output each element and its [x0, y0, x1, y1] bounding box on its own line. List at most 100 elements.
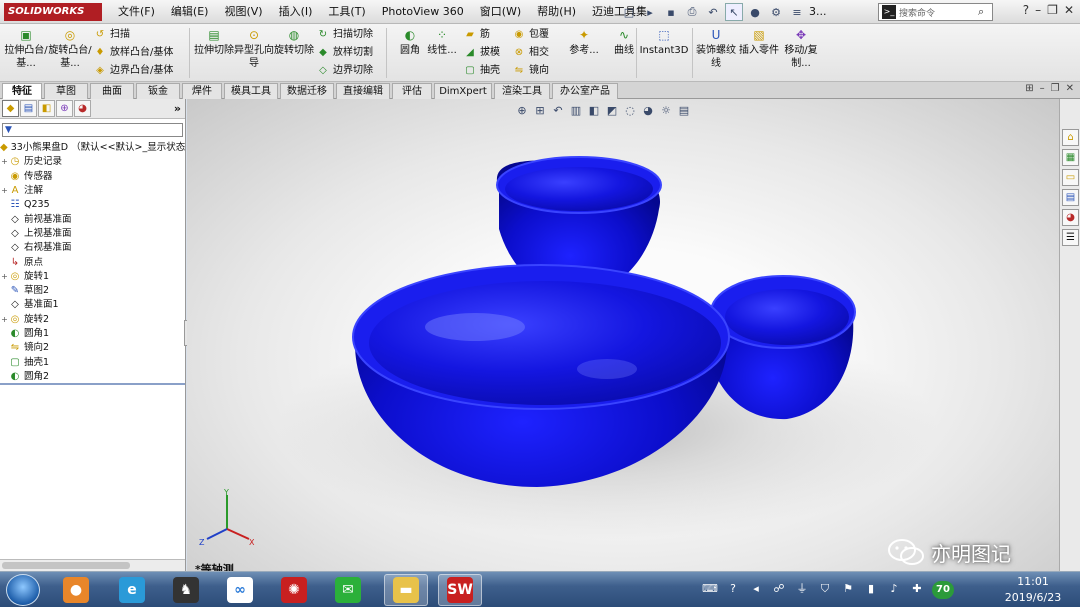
minimize-icon[interactable]: – [1035, 3, 1041, 17]
loft-boss-button[interactable]: ♦ 放样凸台/基体 [93, 45, 174, 61]
tree-item-right-plane[interactable]: ◇ 右视基准面 [0, 241, 185, 255]
hole-wizard-button[interactable]: ⊙ 异型孔向导 [232, 28, 276, 70]
menu-photoview[interactable]: PhotoView 360 [374, 0, 472, 24]
reference-geometry-button[interactable]: ✦ 参考... [562, 28, 606, 57]
tree-item-shell1[interactable]: ▢ 抽壳1 [0, 355, 185, 369]
expand-icon[interactable]: + [0, 184, 9, 198]
tab-dimxpert[interactable]: DimXpert [434, 83, 492, 99]
cosmetic-thread-button[interactable]: U 装饰螺纹线 [694, 28, 738, 70]
display-manager-tab-icon[interactable]: ◕ [74, 100, 91, 117]
open-document-icon[interactable]: ▸ [641, 3, 659, 21]
menu-file[interactable]: 文件(F) [110, 0, 163, 24]
taskbar-ie[interactable]: e [110, 574, 154, 606]
tab-weldments[interactable]: 焊件 [182, 83, 222, 99]
restore-icon[interactable]: ❐ [1047, 3, 1058, 17]
tree-item-fillet2[interactable]: ◐ 圆角2 [0, 370, 185, 384]
usb-icon[interactable]: ⏚ [794, 581, 810, 597]
notification-badge[interactable]: 70 [932, 581, 954, 599]
tab-features[interactable]: 特征 [2, 83, 42, 99]
menu-view[interactable]: 视图(V) [216, 0, 270, 24]
taskbar-wechat[interactable]: ✉ [326, 574, 370, 606]
instant3d-button[interactable]: ⬚ Instant3D [638, 28, 690, 57]
volume-icon[interactable]: ♪ [886, 581, 902, 597]
taskbar-app-1[interactable]: ● [54, 574, 98, 606]
save-icon[interactable]: ▪ [662, 3, 680, 21]
battery-icon[interactable]: ▮ [863, 581, 879, 597]
tab-sheet-metal[interactable]: 钣金 [136, 83, 180, 99]
tree-item-plane1[interactable]: ◇ 基准面1 [0, 298, 185, 312]
horizontal-scrollbar[interactable] [0, 559, 185, 571]
security-shield-icon[interactable]: ⛉ [817, 581, 833, 597]
scrollbar-thumb[interactable] [2, 562, 130, 569]
viewport-minimize-icon[interactable]: – [1040, 83, 1045, 94]
mirror-button[interactable]: ⇋ 镜向 [512, 63, 549, 79]
select-arrow-icon[interactable]: ↖ [725, 3, 743, 21]
search-input[interactable]: 搜索命令 [899, 6, 978, 19]
tab-office-products[interactable]: 办公室产品 [552, 83, 618, 99]
taskbar-explorer[interactable]: ▬ [384, 574, 428, 606]
tab-data-migration[interactable]: 数据迁移 [280, 83, 334, 99]
taskbar-solidworks[interactable]: SW [438, 574, 482, 606]
boundary-cut-button[interactable]: ◇ 边界切除 [316, 63, 373, 79]
tab-sketch[interactable]: 草图 [44, 83, 88, 99]
help-question-icon[interactable]: ? [1023, 3, 1029, 17]
system-clock[interactable]: 11:01 2019/6/23 [998, 574, 1068, 606]
expand-icon[interactable]: + [0, 270, 9, 284]
menu-edit[interactable]: 编辑(E) [163, 0, 217, 24]
tree-item-fillet1[interactable]: ◐ 圆角1 [0, 327, 185, 341]
draft-button[interactable]: ◢ 拔模 [463, 45, 500, 61]
property-manager-tab-icon[interactable]: ▤ [20, 100, 37, 117]
search-commands[interactable]: >_ 搜索命令 ⌕ [878, 3, 993, 21]
tab-surfaces[interactable]: 曲面 [90, 83, 134, 99]
tree-item-sensors[interactable]: ◉ 传感器 [0, 170, 185, 184]
shell-button[interactable]: ▢ 抽壳 [463, 63, 500, 79]
bear-fruit-plate-model[interactable] [187, 99, 1059, 571]
menu-help[interactable]: 帮助(H) [529, 0, 584, 24]
revolve-boss-button[interactable]: ◎ 旋转凸台/基... [48, 28, 92, 70]
insert-part-button[interactable]: ▧ 插入零件 [737, 28, 781, 57]
boundary-boss-button[interactable]: ◈ 边界凸台/基体 [93, 63, 173, 79]
appearances-icon[interactable]: ◕ [1062, 209, 1079, 226]
configuration-manager-tab-icon[interactable]: ◧ [38, 100, 55, 117]
menu-insert[interactable]: 插入(I) [271, 0, 321, 24]
tray-expand-icon[interactable]: ◂ [748, 581, 764, 597]
tab-evaluate[interactable]: 评估 [392, 83, 432, 99]
search-icon[interactable]: ⌕ [978, 5, 992, 19]
input-method-icon[interactable]: ✚ [909, 581, 925, 597]
wrap-button[interactable]: ◉ 包覆 [512, 27, 549, 43]
rollback-bar[interactable] [0, 383, 185, 385]
tile-icon[interactable]: ⊞ [1025, 83, 1033, 94]
network-icon[interactable]: ☍ [771, 581, 787, 597]
design-library-icon[interactable]: ▦ [1062, 149, 1079, 166]
tree-item-history[interactable]: + ◷ 历史记录 [0, 155, 185, 169]
tree-item-revolve2[interactable]: + ◎ 旋转2 [0, 313, 185, 327]
view-options-icon[interactable]: ≡ [788, 3, 806, 21]
tree-filter-input[interactable]: ▼ [2, 123, 183, 137]
expand-icon[interactable]: + [0, 155, 9, 169]
new-document-icon[interactable]: □ [620, 3, 638, 21]
tree-item-top-plane[interactable]: ◇ 上视基准面 [0, 227, 185, 241]
tree-item-front-plane[interactable]: ◇ 前视基准面 [0, 212, 185, 226]
help-icon[interactable]: ? [725, 581, 741, 597]
sweep-cut-button[interactable]: ↻ 扫描切除 [316, 27, 373, 43]
tree-item-mirror2[interactable]: ⇋ 镜向2 [0, 341, 185, 355]
tab-render-tools[interactable]: 渲染工具 [494, 83, 550, 99]
tree-item-origin[interactable]: ↳ 原点 [0, 255, 185, 269]
tree-item-annotations[interactable]: + A 注解 [0, 184, 185, 198]
extrude-cut-button[interactable]: ▤ 拉伸切除 [192, 28, 236, 57]
keyboard-icon[interactable]: ⌨ [702, 581, 718, 597]
view-palette-icon[interactable]: ▤ [1062, 189, 1079, 206]
menu-window[interactable]: 窗口(W) [472, 0, 529, 24]
tab-mold-tools[interactable]: 模具工具 [224, 83, 278, 99]
custom-properties-icon[interactable]: ☰ [1062, 229, 1079, 246]
taskbar-app-4[interactable]: ∞ [218, 574, 262, 606]
move-copy-button[interactable]: ✥ 移动/复制... [779, 28, 823, 70]
extrude-boss-button[interactable]: ▣ 拉伸凸台/基... [4, 28, 48, 70]
revolve-cut-button[interactable]: ◍ 旋转切除 [272, 28, 316, 57]
undo-icon[interactable]: ↶ [704, 3, 722, 21]
feature-tree-tab-icon[interactable]: ◆ [2, 100, 19, 117]
dimxpert-tab-icon[interactable]: ⊕ [56, 100, 73, 117]
tree-item-revolve1[interactable]: + ◎ 旋转1 [0, 270, 185, 284]
options-icon[interactable]: ⚙ [767, 3, 785, 21]
print-icon[interactable]: ⎙ [683, 3, 701, 21]
